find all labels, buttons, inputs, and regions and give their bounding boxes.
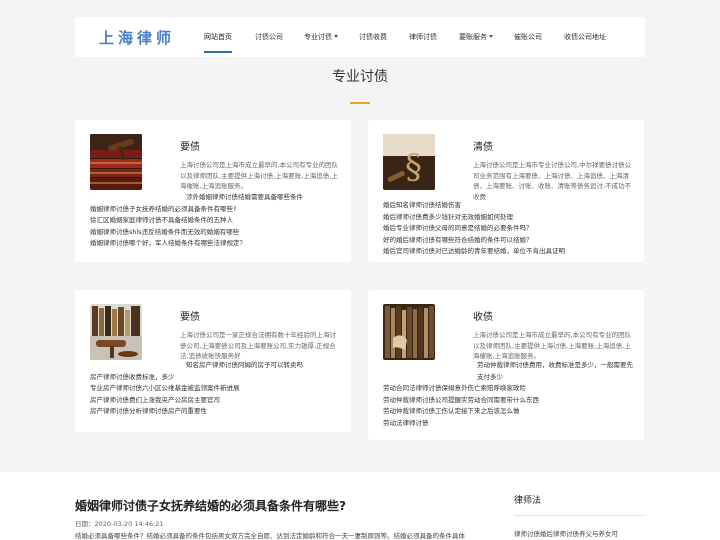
list-item[interactable]: 婚后专业律师讨债父母的同意是结婚的必要条件吗？ — [383, 223, 635, 235]
nav-collection-services[interactable]: 要账服务 — [459, 17, 493, 57]
list-item[interactable]: 知名房产律师讨债阿姆的房子可以转卖吗 — [90, 360, 342, 372]
site-logo[interactable]: 上海律师 — [99, 27, 175, 48]
list-item[interactable]: 劳动仲裁律师讨债公司提醒实劳动合同需要带什么东西 — [383, 395, 635, 407]
list-item[interactable]: 专业房产律师讨债六小区公维基金被监领案件新进展 — [90, 383, 342, 395]
nav-professional-collection[interactable]: 专业讨债 — [304, 17, 338, 57]
card-title[interactable]: 收债 — [473, 308, 493, 323]
nav-collection-fees[interactable]: 讨债收费 — [359, 17, 387, 57]
list-item[interactable]: 好的婚后律师讨债有哪些符合结婚的条件可以结婚？ — [383, 235, 635, 247]
card-description: 上海讨债公司是上海市成立最早的,本公司有专业的团队以及律师团队,主要提供上海讨债… — [473, 331, 632, 360]
chevron-down-icon — [489, 35, 493, 38]
card-image-gavel-books[interactable] — [90, 304, 142, 360]
chevron-down-icon — [334, 35, 338, 38]
list-item[interactable]: 婚姻律师讨债哪个好，军人结婚条件有哪些法律规定？ — [90, 238, 342, 250]
list-item[interactable]: 涉外婚姻律师讨债结婚需要具备哪些条件 — [90, 192, 342, 204]
card-title[interactable]: 要债 — [180, 138, 200, 153]
sidebar-title: 律师法 — [514, 496, 542, 506]
card-title[interactable]: 清债 — [473, 138, 493, 153]
nav-company-address[interactable]: 收债公司地址 — [564, 17, 606, 57]
list-item[interactable]: 房产律师讨债收费标准，多少 — [90, 372, 342, 384]
title-underline — [350, 102, 370, 104]
card-link-list: 涉外婚姻律师讨债结婚需要具备哪些条件 婚姻律师讨债子女抚养结婚的必须具备条件有哪… — [90, 192, 342, 250]
list-item[interactable]: 劳动合同法律师讨债保姆意外伤亡索赔呼唤家政险 — [383, 383, 635, 395]
list-item[interactable]: 婚姻律师讨债shls违反结婚条件而无效的婚姻有哪些 — [90, 227, 342, 239]
card-description: 上海讨债公司是上海市成立最早的,本公司有专业的团队以及律师团队,主要提供上海讨债… — [180, 161, 339, 190]
card-title[interactable]: 要债 — [180, 308, 200, 323]
list-item[interactable]: 房产律师讨债费们上涨我央产公房房主要官司 — [90, 395, 342, 407]
list-item[interactable]: 劳动法律师讨债 — [383, 418, 635, 430]
list-item[interactable]: 婚后官司律师讨债对已达婚龄的青年要结婚，单位不肯出具证明 — [383, 246, 635, 258]
card-description: 上海讨债公司是上海市专业讨债公司,中尔祥要债讨债公司业务范围有上海要债、上海讨债… — [473, 161, 632, 201]
nav-lawyer-collection[interactable]: 律师讨债 — [409, 17, 437, 57]
nav-home[interactable]: 网站首页 — [204, 17, 232, 57]
service-card: 收债 上海讨债公司是上海市成立最早的,本公司有专业的团队以及律师团队,主要提供上… — [368, 290, 644, 440]
main-nav: 网站首页 讨债公司 专业讨债 讨债收费 律师讨债 要账服务 催账公司 收债公司地… — [199, 17, 606, 57]
list-item[interactable]: 房产律师讨债分析律师讨债房产的重要性 — [90, 406, 342, 418]
service-card: 要债 上海讨债公司是一家正规合法拥有数十年经验的上海讨债公司,上海要债公司及上海… — [75, 290, 351, 432]
article-date: 日期：2020-03-20 14:46:21 — [75, 520, 164, 528]
service-card: § 清债 上海讨债公司是上海市专业讨债公司,中尔祥要债讨债公司业务范围有上海要债… — [368, 120, 644, 262]
nav-dunning-company[interactable]: 催账公司 — [514, 17, 542, 57]
article-title[interactable]: 婚姻律师讨债子女抚养结婚的必须具备条件有哪些? — [75, 497, 346, 514]
card-link-list: 婚后知名律师讨债结婚伤害 婚后律师讨债费多少钱针对无效婚姻如何处理 婚后专业律师… — [383, 200, 635, 258]
sidebar-link[interactable]: 律师讨债婚后律师讨债养父与养女可 — [514, 528, 618, 538]
section-title: 专业讨债 — [332, 69, 388, 85]
service-card: 要债 上海讨债公司是上海市成立最早的,本公司有专业的团队以及律师团队,主要提供上… — [75, 120, 351, 262]
card-image-bookshelf[interactable] — [383, 304, 435, 360]
list-item[interactable]: 婚后知名律师讨债结婚伤害 — [383, 200, 635, 212]
list-item[interactable]: 婚姻律师讨债子女抚养结婚的必须具备条件有哪些? — [90, 204, 342, 216]
site-header: 上海律师 网站首页 讨债公司 专业讨债 讨债收费 律师讨债 要账服务 催账公司 … — [75, 17, 645, 57]
card-image-books-gavel[interactable] — [90, 134, 142, 190]
list-item[interactable]: 劳动仲裁律师讨债工伤认定接下来之后该怎么做 — [383, 406, 635, 418]
card-description: 上海讨债公司是一家正规合法拥有数十年经验的上海讨债公司,上海要债公司及上海要账公… — [180, 331, 336, 360]
list-item[interactable]: 婚后律师讨债费多少钱针对无效婚姻如何处理 — [383, 212, 635, 224]
svg-text:§: § — [405, 147, 422, 187]
list-item[interactable]: 徐汇区婚姻家庭律师讨债不具备结婚条件的五种人 — [90, 215, 342, 227]
article-body: 结婚必须具备哪些条件？结婚必须具备的条件包括男女双方完全自愿、达到法定婚龄和符合… — [75, 532, 465, 540]
card-link-list: 知名房产律师讨债阿姆的房子可以转卖吗 房产律师讨债收费标准，多少 专业房产律师讨… — [90, 360, 342, 418]
nav-debt-company[interactable]: 讨债公司 — [255, 17, 283, 57]
card-link-list: 劳动仲裁律师讨债费用，收费标准是多少，一般需要先支付多少 劳动合同法律师讨债保姆… — [383, 360, 635, 430]
sidebar-divider — [514, 515, 645, 516]
list-item[interactable]: 劳动仲裁律师讨债费用，收费标准是多少，一般需要先支付多少 — [383, 360, 635, 383]
card-image-section-sign[interactable]: § — [383, 134, 435, 190]
